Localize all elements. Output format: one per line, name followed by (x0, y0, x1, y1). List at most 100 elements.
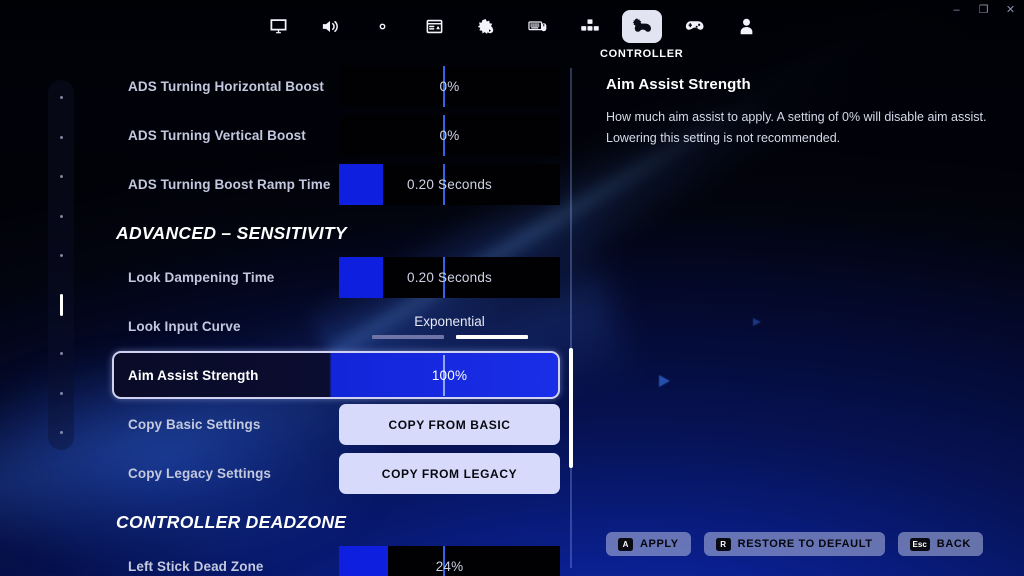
detail-title: Aim Assist Strength (606, 76, 751, 93)
settings-section-heading: ADVANCED – SENSITIVITY (116, 222, 347, 243)
section-dot[interactable] (59, 175, 63, 178)
section-dot[interactable] (59, 96, 63, 99)
maximize-icon[interactable]: ❐ (970, 0, 997, 20)
slider-track[interactable]: 0.20 Seconds (339, 257, 560, 298)
slider-value: 24% (435, 559, 464, 574)
background-arrow-icon-secondary (753, 318, 761, 326)
settings-row-label: Copy Legacy Settings (128, 466, 272, 481)
section-dot[interactable] (59, 391, 63, 395)
slider-track[interactable]: 0% (339, 66, 560, 107)
section-dot[interactable] (59, 431, 63, 434)
back-button[interactable]: Esc BACK (897, 532, 983, 556)
settings-row[interactable]: Copy Legacy Settings COPY FROM LEGACY (112, 453, 574, 494)
slider-value: 0.20 Seconds (407, 177, 492, 192)
restore-to-default-button[interactable]: R RESTORE TO DEFAULT (703, 532, 885, 556)
action-bar: A APPLY R RESTORE TO DEFAULT Esc BACK (606, 532, 983, 556)
settings-row-control[interactable]: Exponential (339, 306, 560, 347)
tab-audio[interactable] (310, 10, 350, 43)
settings-row-label: Copy Basic Settings (128, 417, 261, 432)
action-button-label: RESTORE TO DEFAULT (737, 538, 873, 550)
tab-game[interactable] (362, 10, 402, 43)
slider-value: 0.20 Seconds (407, 270, 492, 285)
detail-description: How much aim assist to apply. A setting … (606, 110, 987, 145)
settings-row-control[interactable]: COPY FROM BASIC (339, 404, 560, 445)
settings-row-label: ADS Turning Vertical Boost (128, 128, 306, 143)
section-dot[interactable] (59, 254, 63, 257)
settings-row[interactable]: Left Stick Dead Zone 24% (112, 546, 574, 576)
settings-row[interactable]: Copy Basic Settings COPY FROM BASIC (112, 404, 574, 445)
slider-track[interactable]: 0% (339, 115, 560, 156)
tab-brightness[interactable] (414, 10, 454, 43)
settings-row-selected[interactable]: Aim Assist Strength 100% (112, 351, 574, 399)
settings-row-control[interactable]: 0.20 Seconds (339, 257, 560, 298)
accessibility-icon (477, 17, 496, 36)
slider-track[interactable]: 24% (339, 546, 560, 576)
speaker-icon (320, 17, 340, 36)
settings-row-label: Look Dampening Time (128, 270, 275, 285)
settings-row[interactable]: Look Input Curve Exponential (112, 306, 574, 347)
section-dot-active[interactable] (59, 293, 63, 316)
settings-section-heading: CONTROLLER DEADZONE (116, 511, 347, 532)
settings-row[interactable]: ADS Turning Boost Ramp Time 0.20 Seconds (112, 164, 574, 205)
settings-row[interactable]: ADS Turning Horizontal Boost 0% (112, 66, 574, 107)
option-selector[interactable]: Exponential (339, 306, 560, 347)
apply-button[interactable]: A APPLY (606, 532, 691, 556)
tab-controller[interactable] (622, 9, 662, 43)
settings-row-label: ADS Turning Boost Ramp Time (128, 177, 331, 192)
gear-icon (373, 17, 392, 36)
key-prompt: A (618, 537, 633, 551)
tab-video[interactable] (258, 10, 298, 43)
close-icon[interactable]: ✕ (997, 0, 1024, 20)
slider-track[interactable]: 100% (339, 355, 560, 396)
slider-track[interactable]: 0.20 Seconds (339, 164, 560, 205)
tab-accessibility[interactable] (466, 10, 506, 43)
option-selector-value: Exponential (414, 314, 485, 329)
option-segment-active[interactable] (455, 335, 528, 339)
tab-controller-binds[interactable] (674, 10, 714, 43)
setting-detail-panel: Aim Assist Strength How much aim assist … (606, 76, 1002, 149)
tab-account[interactable] (726, 10, 766, 43)
settings-row-control[interactable]: 0.20 Seconds (339, 164, 560, 205)
settings-scrollbar[interactable] (569, 68, 573, 568)
hud-icon (425, 17, 444, 36)
slider-value: 0% (439, 79, 460, 94)
account-icon (738, 17, 755, 36)
settings-action-button[interactable]: COPY FROM LEGACY (339, 453, 560, 494)
scrollbar-thumb[interactable] (569, 348, 573, 468)
settings-row-label: Aim Assist Strength (128, 368, 259, 383)
settings-action-button[interactable]: COPY FROM BASIC (339, 404, 560, 445)
action-button-label: BACK (936, 538, 971, 550)
controller-icon (683, 18, 705, 34)
settings-row-control[interactable]: 0% (339, 66, 560, 107)
section-dot[interactable] (59, 214, 63, 218)
fortnite-settings-screen: – ❐ ✕ CONTROLLER ADS Turning Horizontal … (0, 0, 1024, 576)
settings-list: ADS Turning Horizontal Boost 0% ADS Turnin… (112, 66, 574, 576)
tab-keyboard-mouse[interactable] (518, 10, 558, 43)
settings-row[interactable]: Look Dampening Time 0.20 Seconds (112, 257, 574, 298)
settings-row-label: ADS Turning Horizontal Boost (128, 79, 325, 94)
settings-row[interactable]: ADS Turning Vertical Boost 0% (112, 115, 574, 156)
slider-value: 100% (431, 368, 468, 383)
settings-row-control[interactable]: COPY FROM LEGACY (339, 453, 560, 494)
monitor-icon (269, 17, 288, 36)
section-dot[interactable] (59, 135, 63, 139)
option-segment[interactable] (371, 335, 444, 339)
slider-value: 0% (439, 128, 460, 143)
controller-gear-icon (631, 17, 654, 35)
key-prompt: R (715, 537, 731, 551)
keybinds-icon (580, 18, 600, 35)
window-controls: – ❐ ✕ (932, 0, 1024, 20)
settings-row-control[interactable]: 100% (339, 355, 560, 396)
settings-row-control[interactable]: 24% (339, 546, 560, 576)
background-arrow-icon (659, 375, 670, 387)
settings-tab-bar (0, 9, 1024, 43)
active-tab-caption: CONTROLLER (600, 48, 684, 60)
settings-row-control[interactable]: 0% (339, 115, 560, 156)
settings-row-label: Left Stick Dead Zone (128, 559, 264, 574)
tab-keybinds[interactable] (570, 10, 610, 43)
section-dot[interactable] (59, 352, 63, 355)
settings-row-label: Look Input Curve (128, 319, 241, 334)
action-button-label: APPLY (640, 538, 679, 550)
minimize-icon[interactable]: – (943, 0, 970, 20)
section-dot-nav[interactable] (48, 80, 74, 450)
